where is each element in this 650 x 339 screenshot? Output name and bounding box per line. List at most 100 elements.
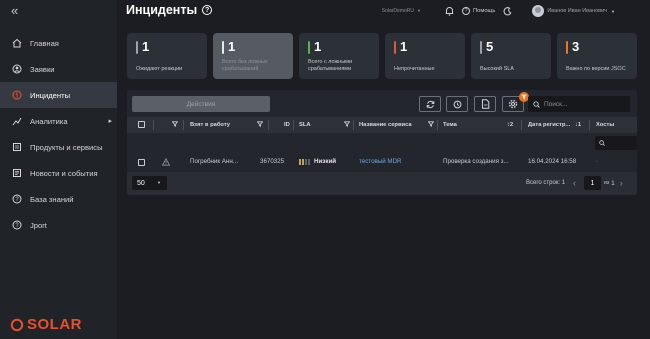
card-value: 1 (228, 39, 236, 54)
expand-arrow-icon: ▸ (108, 118, 112, 125)
card-accent-bar (566, 41, 568, 54)
collapse-sidebar-button[interactable]: « (11, 3, 18, 18)
stat-card-high-sla[interactable]: 5 Высокий SLA (471, 33, 551, 79)
sidebar-item-label: Аналитика (30, 116, 68, 126)
funnel-icon[interactable] (427, 121, 435, 129)
logo-text: SOLAR (27, 316, 82, 333)
prev-page-button[interactable]: ‹ (573, 178, 576, 188)
total-rows: Всего строк: 1 (526, 180, 566, 186)
title-help-icon[interactable]: ? (202, 5, 213, 15)
card-accent-bar (136, 41, 138, 54)
card-accent-bar (222, 41, 224, 54)
search-icon (533, 100, 540, 108)
sidebar-item-home[interactable]: Главная (0, 30, 117, 56)
select-all-checkbox[interactable] (138, 121, 145, 128)
table-header: Взят в работу ID SLA Название сервиса Те… (127, 117, 637, 133)
help-icon: ? (461, 7, 470, 15)
page-of-label: из (604, 180, 610, 186)
sidebar-item-news[interactable]: Новости и события (0, 160, 117, 186)
column-header-registered[interactable]: Дата регистр... (528, 122, 570, 128)
page-number-input[interactable]: 1 (584, 176, 601, 190)
cell-taken: Погребник Анн... (190, 158, 238, 165)
solar-logo-icon (10, 318, 24, 331)
export-button[interactable] (474, 96, 496, 112)
funnel-icon[interactable] (171, 121, 179, 129)
sidebar-item-analytics[interactable]: Аналитика ▸ (0, 108, 117, 134)
sort-indicator: ↕2 (507, 122, 514, 128)
row-checkbox[interactable] (138, 159, 145, 166)
cell-hosts: - (596, 158, 599, 165)
cell-service-link[interactable]: тестовый MDR (359, 158, 402, 165)
history-icon (453, 100, 461, 108)
funnel-icon (521, 94, 527, 100)
card-value: 1 (314, 39, 322, 54)
column-divider (353, 120, 354, 130)
requests-icon (11, 64, 22, 75)
refresh-button[interactable] (419, 96, 441, 112)
column-settings-button[interactable] (502, 92, 529, 112)
rows-per-page-value: 50 (137, 179, 145, 187)
sidebar-item-label: Продукты и сервисы (30, 142, 103, 152)
gear-icon (508, 99, 518, 109)
search-box[interactable] (528, 96, 630, 112)
stat-card-with-false-positives[interactable]: 1 Всего с ложными срабатываниями (299, 33, 379, 79)
column-header-sla[interactable]: SLA (299, 122, 311, 128)
theme-toggle-icon[interactable] (503, 6, 512, 16)
column-divider (589, 120, 590, 130)
next-page-button[interactable]: › (620, 178, 623, 188)
cell-sla: Низкий (314, 158, 337, 165)
chevron-down-icon: ▼ (416, 8, 421, 13)
avatar (532, 5, 545, 17)
card-accent-bar (480, 41, 482, 54)
card-value: 1 (142, 39, 150, 54)
sidebar-item-jport[interactable]: ? Jport (0, 212, 117, 238)
incidents-table-panel: Действия Взят в работу ID SLA (127, 90, 637, 195)
column-divider (521, 120, 522, 130)
hosts-filter-input[interactable] (595, 136, 637, 150)
stat-card-important-jsoc[interactable]: 3 Важно по версии JSOC (557, 33, 637, 79)
rows-per-page-select[interactable]: 50 ▼ (132, 176, 167, 190)
card-accent-bar (308, 41, 310, 54)
help-button[interactable]: ? Помощь (461, 7, 495, 15)
sidebar-item-products[interactable]: Продукты и сервисы (0, 134, 117, 160)
sidebar-item-label: Jport (30, 220, 47, 230)
actions-button[interactable]: Действия (132, 96, 270, 112)
card-label: Всего с ложными срабатываниями (308, 59, 353, 72)
sidebar-item-knowledge-base[interactable]: ? База знаний (0, 186, 117, 212)
sidebar-item-requests[interactable]: Заявки (0, 56, 117, 82)
column-header-topic[interactable]: Тема (443, 122, 457, 128)
sidebar-item-label: Новости и события (30, 168, 98, 178)
topbar: SolarDemoRU ▼ ? Помощь Иванов Иван Иванов… (382, 5, 615, 17)
table-footer: 50 ▼ Всего строк: 1 ‹ 1 из 1 › (127, 172, 637, 195)
page-title-text: Инциденты (126, 3, 198, 17)
column-header-taken[interactable]: Взят в работу (190, 122, 230, 128)
column-divider (437, 120, 438, 130)
funnel-icon[interactable] (256, 121, 264, 129)
card-accent-bar (394, 41, 396, 54)
home-icon (11, 38, 22, 49)
funnel-icon[interactable] (343, 121, 351, 129)
stat-card-unread[interactable]: 1 Непрочитанные (385, 33, 465, 79)
table-row[interactable]: Погребник Анн... 3670325 Низкий тестовый… (127, 156, 637, 170)
org-name: SolarDemoRU (381, 8, 414, 14)
column-header-id[interactable]: ID (284, 122, 290, 128)
search-input[interactable] (544, 100, 624, 108)
sidebar-item-incidents[interactable]: Инциденты (0, 82, 117, 108)
org-selector[interactable]: SolarDemoRU ▼ (382, 8, 421, 14)
stat-card-without-false-positives[interactable]: 1 Всего без ложных срабатываний (213, 33, 293, 79)
search-icon (599, 140, 605, 146)
user-menu[interactable]: Иванов Иван Иванович ▼ (532, 5, 615, 17)
page-count: 1 (611, 179, 615, 187)
column-header-hosts[interactable]: Хосты (596, 122, 614, 128)
column-header-service[interactable]: Название сервиса (359, 122, 412, 128)
cell-topic: Проверка создания з... (443, 158, 509, 165)
sidebar-item-label: База знаний (30, 194, 74, 204)
card-value: 3 (572, 39, 580, 54)
warning-icon (161, 157, 171, 168)
stat-card-awaiting-reaction[interactable]: 1 Ожидают реакции (127, 33, 207, 79)
chevron-down-icon: ▼ (611, 8, 615, 14)
jport-icon: ? (11, 220, 22, 231)
bell-icon[interactable] (445, 6, 454, 16)
sidebar-item-label: Инциденты (30, 90, 71, 100)
reset-button[interactable] (446, 96, 468, 112)
